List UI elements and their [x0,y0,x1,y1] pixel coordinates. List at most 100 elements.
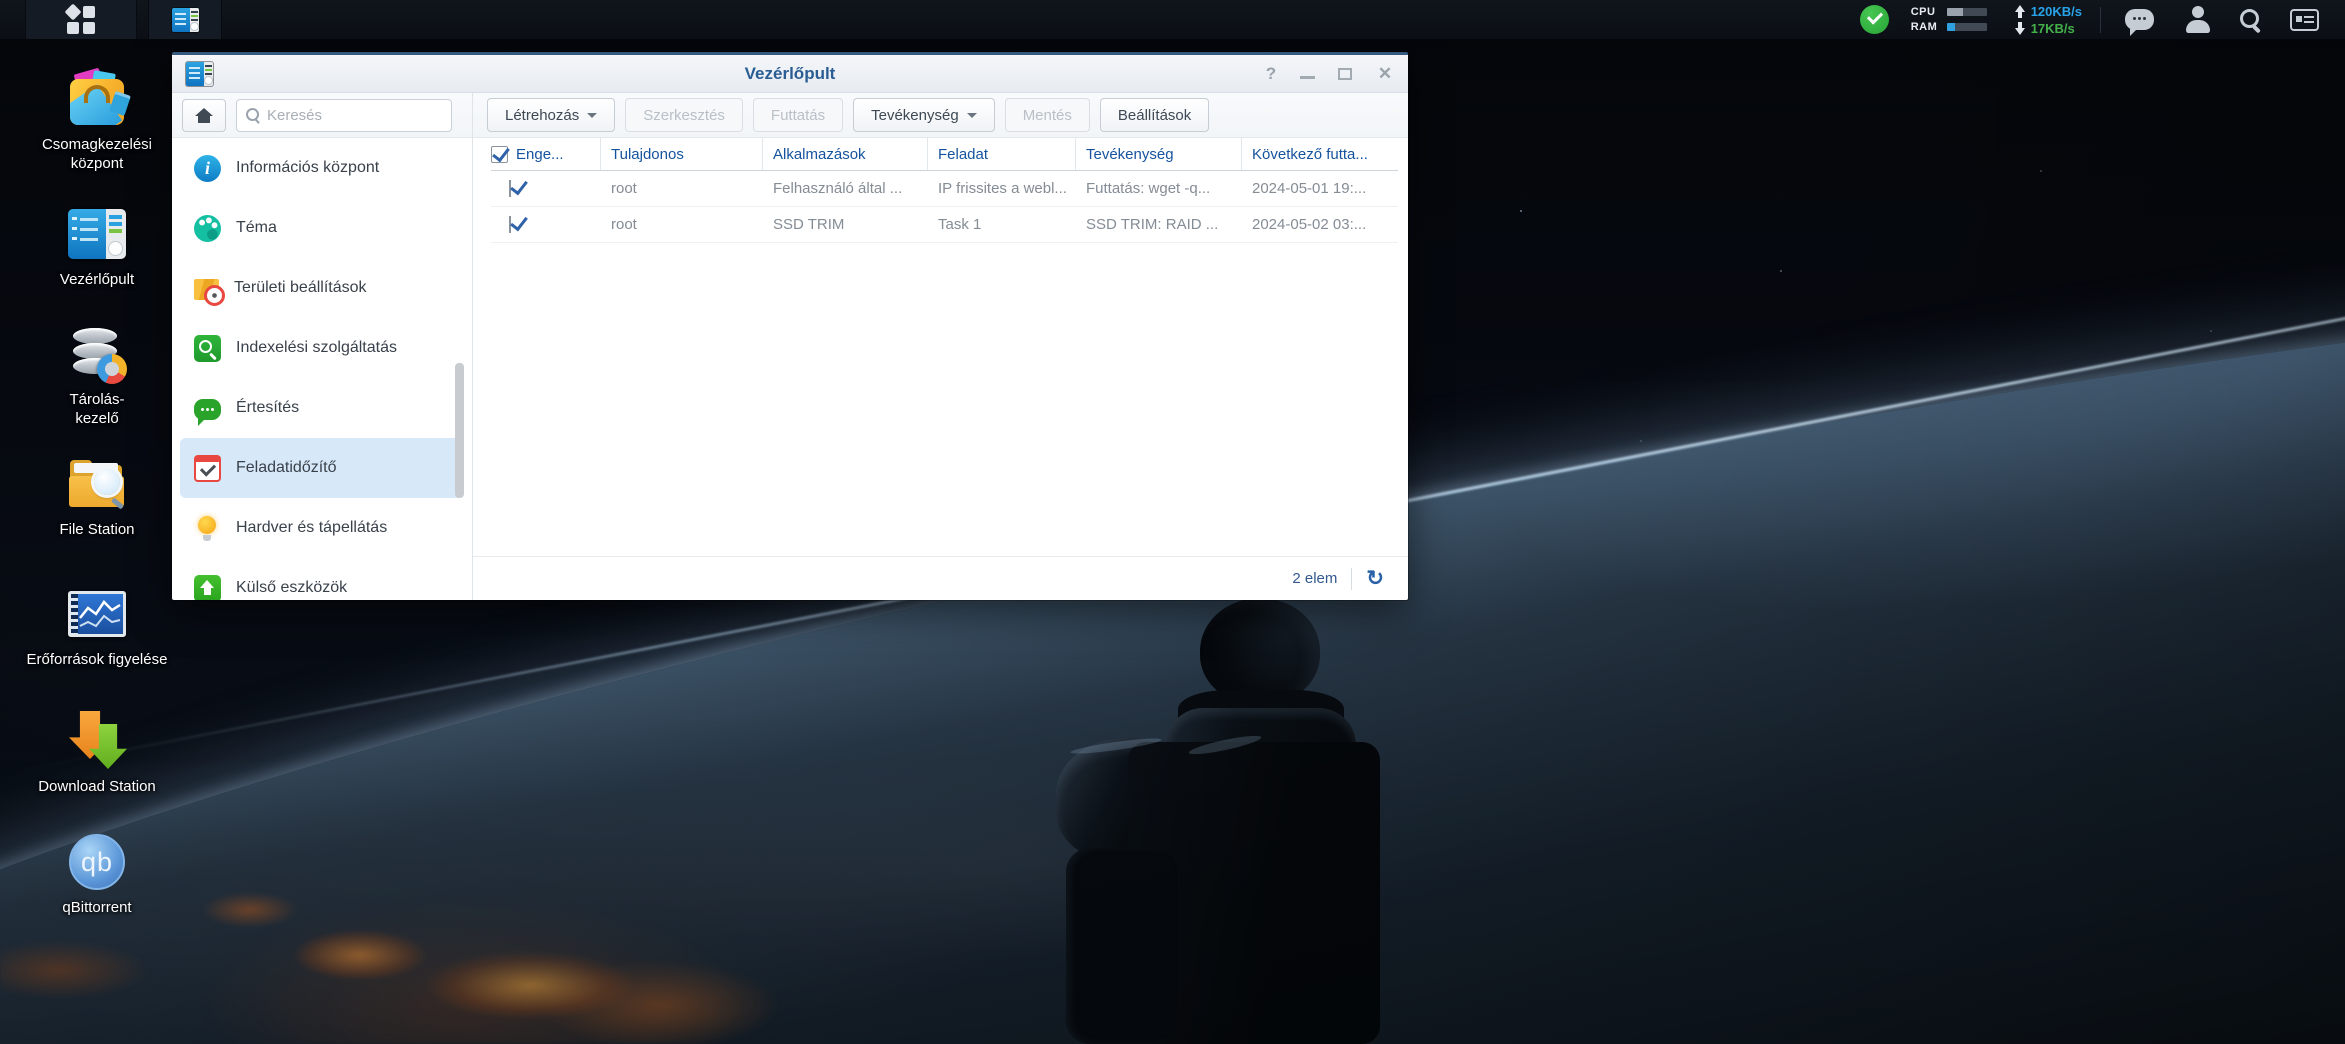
file-station-icon [68,459,126,509]
desktop-icon-storage-manager[interactable]: Tárolás-kezelő [22,323,172,428]
cell-next-run: 2024-05-02 03:... [1242,216,1398,233]
cell-task: IP frissites a webl... [928,180,1076,197]
sidebar-item-label: Értesítés [236,399,299,417]
footer-divider [1351,568,1352,590]
sidebar-list: Információs központ Téma Területi beállí… [172,138,472,600]
cell-next-run: 2024-05-01 19:... [1242,180,1398,197]
action-button[interactable]: Tevékenység [853,98,995,132]
control-panel-icon [68,209,126,259]
qbittorrent-icon: qb [69,834,125,890]
sidebar-item-label: Külső eszközök [236,579,347,597]
main-menu-grid-icon [66,5,96,35]
search-box[interactable] [236,99,452,132]
sidebar-item-label: Információs központ [236,159,379,177]
taskbar-divider [2100,7,2101,33]
ram-label: RAM [1911,21,1945,33]
item-count: 2 elem [1292,570,1337,587]
desktop-icon-label: Csomagkezelési központ [22,135,172,173]
edit-button[interactable]: Szerkesztés [625,98,743,132]
table-row[interactable]: root SSD TRIM Task 1 SSD TRIM: RAID ... … [491,207,1398,243]
window-main-pane: Létrehozás Szerkesztés Futtatás Tevékeny… [473,93,1408,600]
desktop-icon-qbittorrent[interactable]: qb qBittorrent [22,831,172,917]
row-enabled-checkbox[interactable] [509,216,511,233]
column-header[interactable]: Következő futta... [1242,138,1398,170]
cpu-label: CPU [1911,6,1945,18]
toolbar: Létrehozás Szerkesztés Futtatás Tevékeny… [473,93,1408,138]
desktop-icon-download-station[interactable]: Download Station [22,710,172,796]
desktop-icon-resource-monitor[interactable]: Erőforrások figyelése [22,583,172,669]
sidebar-item-theme[interactable]: Téma [180,198,462,258]
sidebar-item-task-scheduler[interactable]: Feladatidőzítő [180,438,462,498]
system-meters: CPU RAM [1911,6,1987,33]
sidebar-item-regional-options[interactable]: Területi beállítások [180,258,462,318]
task-scheduler-calendar-icon [194,455,221,482]
column-header[interactable]: Alkalmazások [763,138,928,170]
search-icon [245,107,261,123]
cell-owner: root [601,216,763,233]
desktop-icon-file-station[interactable]: File Station [22,453,172,539]
row-enabled-checkbox[interactable] [509,180,511,197]
button-label: Szerkesztés [643,107,725,124]
window-title: Vezérlőpult [172,64,1408,84]
home-button[interactable] [182,99,226,132]
control-panel-window: Vezérlőpult ? ✕ Információs központ [172,52,1408,600]
maximize-button[interactable] [1338,68,1352,80]
column-header[interactable]: Tulajdonos [601,138,763,170]
column-header[interactable]: Feladat [928,138,1076,170]
table-row[interactable]: root Felhasználó által ... IP frissites … [491,171,1398,207]
download-station-icon [67,711,127,771]
cell-application: Felhasználó által ... [763,180,928,197]
column-header[interactable]: Tevékenység [1076,138,1242,170]
cpu-bar [1947,8,1987,16]
search-input[interactable] [267,107,443,124]
desktop-icon-label: Erőforrások figyelése [27,650,168,669]
desktop-icon-label: qBittorrent [62,898,131,917]
widgets-icon[interactable] [2290,9,2319,31]
button-label: Mentés [1023,107,1072,124]
save-button[interactable]: Mentés [1005,98,1090,132]
button-label: Tevékenység [871,107,959,124]
desktop-icon-control-panel[interactable]: Vezérlőpult [22,203,172,289]
notifications-icon[interactable] [2125,9,2154,30]
sidebar-item-notification[interactable]: Értesítés [180,378,462,438]
resource-monitor-icon [68,591,126,637]
sidebar-item-label: Feladatidőzítő [236,459,337,477]
desktop-icon-package-center[interactable]: Csomagkezelési központ [22,68,172,173]
desktop-icon-label: Download Station [38,777,156,796]
sidebar-scrollbar-thumb[interactable] [455,363,464,498]
upload-arrow-icon [2015,5,2025,18]
package-center-icon [69,71,125,127]
help-button[interactable]: ? [1262,64,1280,84]
cell-activity: SSD TRIM: RAID ... [1076,216,1242,233]
cell-application: SSD TRIM [763,216,928,233]
select-all-checkbox[interactable] [491,146,508,163]
system-health-icon[interactable] [1860,5,1889,34]
taskbar-search-icon[interactable] [2238,7,2264,33]
notification-bubble-icon [194,399,221,420]
run-button[interactable]: Futtatás [753,98,843,132]
sidebar-item-indexing-service[interactable]: Indexelési szolgáltatás [180,318,462,378]
column-header[interactable]: Enge... [516,146,564,163]
dropdown-caret-icon [587,113,597,118]
external-device-eject-icon [194,575,221,601]
sidebar-item-hardware-power[interactable]: Hardver és tápellátás [180,498,462,558]
list-footer: 2 elem ↻ [473,556,1408,600]
refresh-icon[interactable]: ↻ [1366,568,1384,589]
ram-bar [1947,23,1987,31]
cell-task: Task 1 [928,216,1076,233]
taskbar: CPU RAM 120KB/s 17KB/s [0,0,2345,40]
control-panel-taskbar-icon [172,8,199,32]
close-button[interactable]: ✕ [1376,64,1394,84]
user-account-icon[interactable] [2186,6,2210,33]
create-button[interactable]: Létrehozás [487,98,615,132]
sidebar-item-external-devices[interactable]: Külső eszközök [180,558,462,600]
settings-button[interactable]: Beállítások [1100,98,1209,132]
sidebar-item-info-center[interactable]: Információs központ [180,138,462,198]
taskbar-control-panel-button[interactable] [148,0,222,39]
cell-activity: Futtatás: wget -q... [1076,180,1242,197]
window-titlebar[interactable]: Vezérlőpult ? ✕ [172,55,1408,93]
minimize-button[interactable] [1300,76,1315,79]
storage-manager-icon [69,326,125,382]
main-menu-button[interactable] [25,0,137,39]
home-icon [195,108,213,123]
